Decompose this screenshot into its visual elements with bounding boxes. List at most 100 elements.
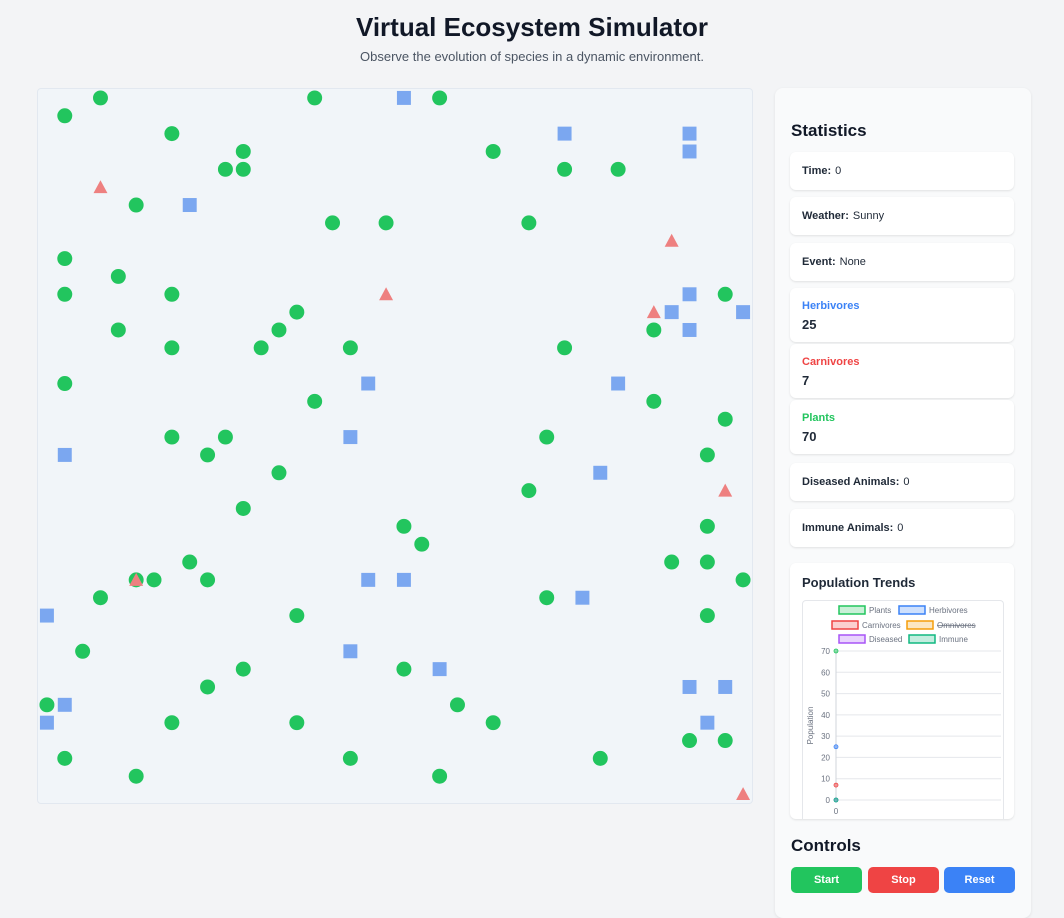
plant — [57, 286, 73, 302]
plant — [432, 768, 448, 784]
legend-item-plants[interactable]: Plants — [838, 605, 891, 615]
svg-text:Carnivores: Carnivores — [862, 621, 901, 630]
herbivore — [396, 572, 411, 587]
plant — [717, 733, 733, 749]
carnivore — [379, 287, 394, 301]
plant — [200, 572, 216, 588]
plant — [449, 697, 465, 713]
plant — [57, 750, 73, 766]
y-tick-label: 40 — [821, 711, 830, 720]
plant — [75, 643, 91, 659]
diseased-label: Diseased Animals: — [802, 476, 900, 488]
svg-text:Herbivores: Herbivores — [929, 606, 968, 615]
data-point-immune — [833, 797, 839, 803]
diseased-value: 0 — [903, 476, 910, 488]
plant — [539, 429, 555, 445]
y-tick-label: 70 — [821, 647, 830, 656]
plants-card: Plants 70 — [790, 400, 1014, 454]
y-tick-label: 0 — [826, 796, 831, 805]
plant — [396, 518, 412, 534]
stop-button[interactable]: Stop — [868, 867, 939, 893]
plant — [235, 161, 251, 177]
simulation-canvas[interactable] — [37, 88, 753, 804]
page-title: Virtual Ecosystem Simulator — [355, 12, 709, 42]
immune-label: Immune Animals: — [802, 522, 894, 534]
plant — [235, 143, 251, 159]
plant — [57, 251, 73, 267]
plant — [57, 108, 73, 124]
y-tick-label: 60 — [821, 668, 830, 677]
population-trends-card: Population Trends Plants Herbivores Carniv… — [790, 563, 1014, 819]
legend-item-diseased[interactable]: Diseased — [838, 634, 902, 644]
herbivore — [718, 679, 733, 694]
start-button[interactable]: Start — [791, 867, 862, 893]
plant — [92, 90, 108, 106]
carnivore — [646, 305, 661, 319]
legend-item-omnivores[interactable]: Omnivores — [906, 620, 976, 630]
plant — [271, 322, 287, 338]
reset-button[interactable]: Reset — [944, 867, 1015, 893]
plant — [307, 393, 323, 409]
plant — [646, 322, 662, 338]
side-panel: Statistics Time: 0 Weather: Sunny Event:… — [775, 88, 1031, 918]
plant — [717, 411, 733, 427]
plant — [539, 590, 555, 606]
plant — [325, 215, 341, 231]
plant — [164, 126, 180, 142]
y-tick-label: 50 — [821, 690, 830, 699]
herbivore — [682, 679, 697, 694]
plant — [699, 447, 715, 463]
legend-item-herbivores[interactable]: Herbivores — [898, 605, 968, 615]
carnivore — [664, 233, 679, 247]
plants-count: 70 — [802, 429, 817, 444]
plant — [342, 750, 358, 766]
plant — [664, 554, 680, 570]
herbivore — [682, 126, 697, 141]
plant — [235, 661, 251, 677]
herbivore — [575, 590, 590, 605]
plant — [110, 268, 126, 284]
herbivore — [396, 90, 411, 105]
plant — [182, 554, 198, 570]
plant — [92, 590, 108, 606]
plant — [485, 715, 501, 731]
plant — [164, 429, 180, 445]
plant — [646, 393, 662, 409]
page-subtitle: Observe the evolution of species in a dy… — [360, 49, 704, 64]
legend-item-carnivores[interactable]: Carnivores — [831, 620, 901, 630]
plant — [289, 608, 305, 624]
carnivore — [736, 787, 751, 801]
herbivore — [736, 305, 751, 320]
herbivore — [432, 662, 447, 677]
herbivore — [57, 447, 72, 462]
plant — [432, 90, 448, 106]
herbivore — [593, 465, 608, 480]
plant — [307, 90, 323, 106]
y-tick-label: 20 — [821, 753, 830, 762]
herbivore — [682, 287, 697, 302]
y-tick-label: 30 — [821, 732, 830, 741]
plant — [271, 465, 287, 481]
herbivore — [343, 644, 358, 659]
herbivore — [343, 430, 358, 445]
plant — [396, 661, 412, 677]
plants-label: Plants — [802, 412, 836, 424]
data-point-plants — [833, 648, 839, 654]
herbivore — [182, 198, 197, 213]
plant — [110, 322, 126, 338]
plant — [57, 376, 73, 392]
plant — [200, 679, 216, 695]
plant — [39, 697, 55, 713]
data-point-carnivores — [833, 782, 839, 788]
event-label: Event: — [802, 256, 836, 268]
carnivores-label: Carnivores — [802, 356, 860, 368]
plant — [699, 554, 715, 570]
legend-item-immune[interactable]: Immune — [908, 634, 968, 644]
plant — [699, 608, 715, 624]
plant — [735, 572, 751, 588]
y-tick-label: 10 — [821, 775, 830, 784]
svg-text:Plants: Plants — [869, 606, 891, 615]
herbivore — [361, 376, 376, 391]
plant — [128, 768, 144, 784]
carnivore — [93, 180, 108, 194]
